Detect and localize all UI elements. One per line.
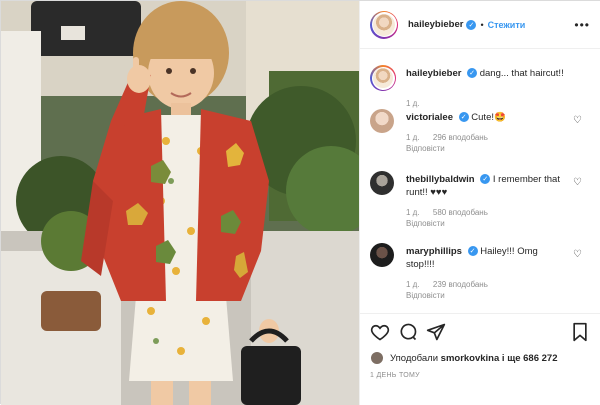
comment-body: thebillybaldwin ✓ I remember that runt!!… bbox=[406, 173, 566, 199]
post-header: haileybieber ✓ • Стежити ••• bbox=[360, 1, 600, 49]
share-icon[interactable] bbox=[426, 322, 446, 342]
verified-badge-icon: ✓ bbox=[458, 112, 469, 123]
comment-like-heart-icon[interactable]: ♡ bbox=[573, 115, 582, 126]
verified-badge-icon: ✓ bbox=[467, 246, 478, 257]
heart-icon[interactable] bbox=[370, 322, 390, 342]
comment-row: thebillybaldwin ✓ I remember that runt!!… bbox=[370, 171, 592, 231]
comment-body: maryphillips ✓ Hailey!!! Omg stop!!!! bbox=[406, 245, 566, 271]
likes-prefix: Уподобали bbox=[390, 352, 439, 364]
post-actions: Уподобали smorkovkina і ще 686 272 1 ДЕН… bbox=[360, 313, 600, 405]
caption-avatar[interactable] bbox=[370, 65, 396, 91]
caption-time: 1 д. bbox=[406, 99, 420, 108]
comment-like-heart-icon[interactable]: ♡ bbox=[573, 249, 582, 260]
likes-count[interactable]: і ще 686 272 bbox=[502, 353, 558, 364]
comments-list: haileybieber ✓ dang... that haircut!! 1 … bbox=[360, 57, 600, 309]
liker-username[interactable]: smorkovkina bbox=[441, 353, 500, 364]
comment-row: maryphillips ✓ Hailey!!! Omg stop!!!! ♡ … bbox=[370, 243, 592, 303]
caption-row: haileybieber ✓ dang... that haircut!! 1 … bbox=[370, 65, 592, 113]
author-avatar-image bbox=[373, 13, 395, 36]
comment-meta: 1 д. 580 вподобань bbox=[406, 208, 488, 217]
comment-like-count[interactable]: 239 вподобань bbox=[433, 280, 488, 289]
caption-username[interactable]: haileybieber bbox=[406, 68, 461, 79]
comment-reply-button[interactable]: Відповісти bbox=[406, 291, 445, 300]
liker-avatar[interactable] bbox=[370, 351, 384, 365]
comment-body: victorialee ✓ Cute!🤩 bbox=[406, 111, 566, 124]
comment-like-count[interactable]: 580 вподобань bbox=[433, 208, 488, 217]
instagram-post: haileybieber ✓ • Стежити ••• haileybiebe… bbox=[0, 0, 600, 405]
comment-row: victorialee ✓ Cute!🤩 ♡ 1 д. 296 вподобан… bbox=[370, 109, 592, 159]
verified-badge-icon: ✓ bbox=[466, 19, 477, 30]
author-username[interactable]: haileybieber bbox=[408, 19, 463, 30]
more-options-icon[interactable]: ••• bbox=[574, 18, 590, 32]
comment-meta: 1 д. 296 вподобань bbox=[406, 133, 488, 142]
commenter-avatar[interactable] bbox=[370, 171, 394, 195]
bookmark-icon[interactable] bbox=[570, 322, 590, 342]
verified-badge-icon: ✓ bbox=[480, 174, 491, 185]
post-timestamp: 1 ДЕНЬ ТОМУ bbox=[370, 372, 420, 379]
follow-button[interactable]: Стежити bbox=[488, 20, 526, 30]
comment-text: Cute!🤩 bbox=[471, 112, 506, 123]
caption-text: dang... that haircut!! bbox=[479, 68, 564, 79]
comment-time: 1 д. bbox=[406, 133, 420, 142]
post-photo[interactable] bbox=[1, 1, 359, 405]
comment-time: 1 д. bbox=[406, 280, 420, 289]
likes-summary: Уподобали smorkovkina і ще 686 272 bbox=[370, 350, 557, 366]
verified-badge-icon: ✓ bbox=[467, 68, 478, 79]
comment-like-count[interactable]: 296 вподобань bbox=[433, 133, 488, 142]
comment-username[interactable]: maryphillips bbox=[406, 246, 462, 257]
comment-like-heart-icon[interactable]: ♡ bbox=[573, 177, 582, 188]
comment-meta: 1 д. 239 вподобань bbox=[406, 280, 488, 289]
author-avatar[interactable] bbox=[370, 10, 398, 39]
commenter-avatar[interactable] bbox=[370, 109, 394, 133]
commenter-avatar[interactable] bbox=[370, 243, 394, 267]
post-side-panel: haileybieber ✓ • Стежити ••• haileybiebe… bbox=[359, 1, 600, 405]
comment-time: 1 д. bbox=[406, 208, 420, 217]
comment-username[interactable]: thebillybaldwin bbox=[406, 174, 475, 185]
comment-reply-button[interactable]: Відповісти bbox=[406, 219, 445, 228]
comment-username[interactable]: victorialee bbox=[406, 112, 453, 123]
caption-body: haileybieber ✓ dang... that haircut!! bbox=[406, 67, 566, 80]
comment-icon[interactable] bbox=[398, 322, 418, 342]
comment-reply-button[interactable]: Відповісти bbox=[406, 144, 445, 153]
photo-illustration bbox=[1, 1, 359, 405]
separator-dot: • bbox=[480, 19, 484, 30]
